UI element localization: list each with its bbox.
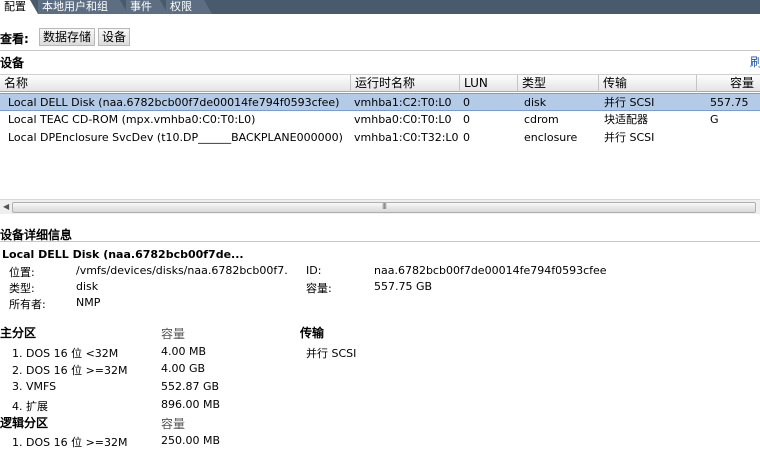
id-label: ID: bbox=[306, 264, 322, 277]
partition-capacity: 250.00 MB bbox=[161, 434, 221, 447]
location-value: /vmfs/devices/disks/naa.6782bcb00f7. bbox=[76, 264, 288, 277]
table-row[interactable]: Local TEAC CD-ROM (mpx.vmhba0:C0:T0:L0) … bbox=[0, 111, 760, 129]
table-row[interactable]: Local DPEnclosure SvcDev (t10.DP______BA… bbox=[0, 129, 760, 147]
view-label: 查看: bbox=[0, 32, 29, 46]
table-header: 名称 运行时名称 LUN 类型 传输 容量 bbox=[0, 74, 760, 92]
column-header-capacity[interactable]: 容量 bbox=[696, 75, 760, 92]
tab-events[interactable]: 事件 bbox=[126, 0, 168, 14]
partition-name: 1. DOS 16 位 >=32M bbox=[12, 436, 128, 449]
device-view-button[interactable]: 设备 bbox=[98, 28, 131, 46]
partition-name: 3. VMFS bbox=[12, 380, 57, 393]
column-header-runtime-name[interactable]: 运行时名称 bbox=[350, 75, 459, 92]
type-label: 类型: bbox=[9, 282, 35, 295]
device-type: cdrom bbox=[524, 113, 559, 126]
partition-capacity: 896.00 MB bbox=[161, 398, 221, 411]
capacity-value: 557.75 GB bbox=[374, 280, 433, 293]
table-row[interactable]: Local DELL Disk (naa.6782bcb00f7de00014f… bbox=[0, 93, 760, 126]
type-value: disk bbox=[76, 280, 99, 293]
transport-title: 传输 bbox=[300, 326, 325, 340]
capacity-label: 容量: bbox=[306, 282, 332, 295]
device-lun: 0 bbox=[463, 113, 470, 126]
column-header-transport[interactable]: 传输 bbox=[598, 75, 696, 92]
device-transport: 并行 SCSI bbox=[604, 131, 655, 144]
tab-local-users-groups[interactable]: 本地用户和组 bbox=[38, 0, 128, 14]
device-name: Local DPEnclosure SvcDev (t10.DP______BA… bbox=[8, 131, 343, 144]
devices-table: 名称 运行时名称 LUN 类型 传输 容量 Local DELL Disk (n… bbox=[0, 74, 760, 199]
owner-label: 所有者: bbox=[9, 298, 46, 311]
column-header-lun[interactable]: LUN bbox=[459, 75, 517, 92]
scroll-left-icon[interactable]: ◀ bbox=[3, 202, 9, 211]
tab-bar: 配置 本地用户和组 事件 权限 bbox=[0, 0, 760, 14]
device-name: Local TEAC CD-ROM (mpx.vmhba0:C0:T0:L0) bbox=[8, 113, 256, 126]
partition-capacity: 552.87 GB bbox=[161, 380, 220, 393]
primary-capacity-header: 容量 bbox=[161, 327, 186, 341]
refresh-link[interactable]: 刷 bbox=[750, 53, 760, 70]
partition-name: 1. DOS 16 位 <32M bbox=[12, 347, 119, 360]
partition-name: 2. DOS 16 位 >=32M bbox=[12, 364, 128, 377]
partition-capacity: 4.00 GB bbox=[161, 362, 206, 375]
selected-device-name: Local DELL Disk (naa.6782bcb00f7de... bbox=[2, 248, 244, 261]
location-label: 位置: bbox=[9, 266, 35, 279]
datastore-view-button[interactable]: 数据存储 bbox=[39, 28, 96, 46]
column-header-name[interactable]: 名称 bbox=[0, 75, 350, 92]
device-lun: 0 bbox=[463, 96, 470, 109]
transport-value: 并行 SCSI bbox=[306, 347, 357, 360]
device-name: Local DELL Disk (naa.6782bcb00f7de00014f… bbox=[8, 96, 340, 109]
device-transport: 块适配器 bbox=[604, 113, 648, 126]
divider bbox=[0, 241, 760, 242]
partition-name: 4. 扩展 bbox=[12, 400, 48, 413]
primary-partitions-title: 主分区 bbox=[0, 326, 37, 340]
device-type: disk bbox=[524, 96, 547, 109]
device-lun: 0 bbox=[463, 131, 470, 144]
tab-config[interactable]: 配置 bbox=[0, 0, 38, 14]
logical-capacity-header: 容量 bbox=[161, 417, 186, 431]
owner-value: NMP bbox=[76, 296, 101, 309]
device-transport: 并行 SCSI bbox=[604, 96, 655, 109]
scrollbar-thumb[interactable]: III bbox=[12, 202, 756, 213]
device-runtime-name: vmhba1:C2:T0:L0 bbox=[354, 96, 452, 109]
horizontal-scrollbar[interactable]: ◀ III bbox=[0, 199, 760, 214]
devices-section-title: 设备 bbox=[0, 56, 25, 70]
column-header-type[interactable]: 类型 bbox=[517, 75, 598, 92]
device-runtime-name: vmhba1:C0:T32:L0 bbox=[354, 131, 459, 144]
divider bbox=[0, 50, 760, 51]
device-runtime-name: vmhba0:C0:T0:L0 bbox=[354, 113, 452, 126]
device-type: enclosure bbox=[524, 131, 578, 144]
logical-partitions-title: 逻辑分区 bbox=[0, 416, 49, 430]
id-value: naa.6782bcb00f7de00014fe794f0593cfee bbox=[374, 264, 607, 277]
tab-permissions[interactable]: 权限 bbox=[166, 0, 212, 14]
partition-capacity: 4.00 MB bbox=[161, 345, 207, 358]
